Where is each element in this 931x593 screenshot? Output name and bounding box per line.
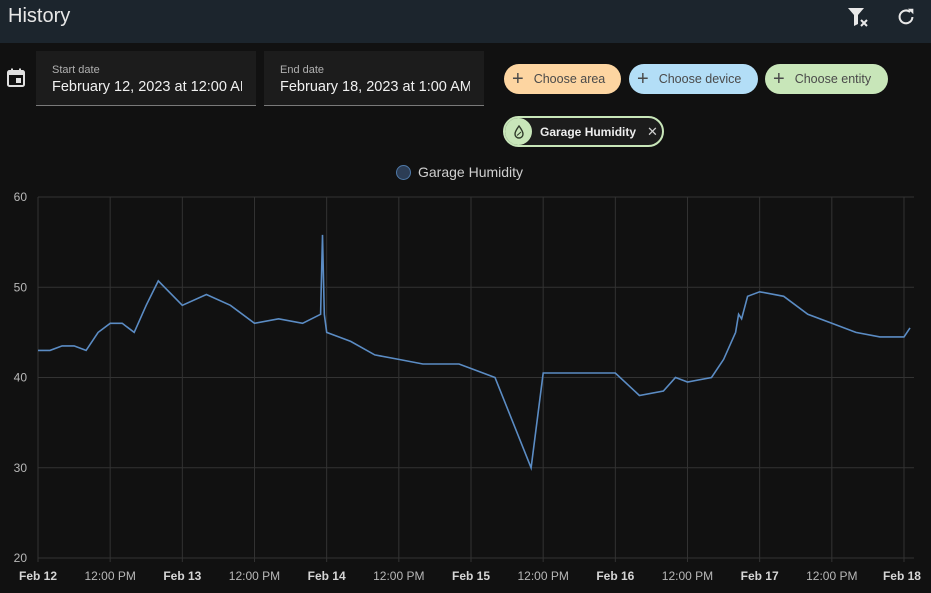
end-date-value: February 18, 2023 at 1:00 AM [280,79,470,95]
selected-entity-chip[interactable]: Garage Humidity ✕ [503,116,664,147]
x-axis: Feb 12 12:00 PM Feb 13 12:00 PM Feb 14 12:00 … [19,569,921,583]
legend-swatch [396,164,411,180]
x-tick-label: Feb 13 [163,569,201,583]
choose-device-button[interactable]: + Choose device [629,64,758,94]
y-tick-label: 50 [14,280,28,294]
choose-entity-label: Choose entity [794,72,872,86]
x-tick-label: 12:00 PM [806,569,857,583]
start-date-field[interactable]: Start date February 12, 2023 at 12:00 AM [36,51,256,106]
x-tick-label: 12:00 PM [373,569,424,583]
choose-area-label: Choose area [533,72,606,86]
y-tick-label: 40 [14,371,28,385]
start-date-label: Start date [52,64,100,76]
x-tick-label: 12:00 PM [84,569,135,583]
start-date-value: February 12, 2023 at 12:00 AM [52,79,242,95]
plus-icon: + [637,68,649,90]
series-line-garage-humidity [38,234,911,471]
calendar-button[interactable] [6,68,26,88]
x-tick-label: Feb 12 [19,569,57,583]
refresh-button[interactable] [891,4,921,30]
x-tick-label: Feb 18 [883,569,921,583]
plus-icon: + [773,68,785,90]
remove-entity-icon[interactable]: ✕ [647,124,658,140]
legend-label: Garage Humidity [418,164,524,180]
top-app-bar: History [0,0,931,43]
y-tick-label: 20 [14,551,28,565]
x-tick-label: 12:00 PM [229,569,280,583]
end-date-label: End date [280,64,325,76]
calendar-icon [7,68,25,87]
y-tick-label: 30 [14,461,28,475]
choose-device-label: Choose device [658,72,742,86]
chart-legend-item[interactable]: Garage Humidity [396,163,523,181]
x-tick-label: Feb 16 [596,569,634,583]
page-title: History [8,5,71,27]
x-tick-label: 12:00 PM [662,569,713,583]
choose-entity-button[interactable]: + Choose entity [765,64,888,94]
x-tick-label: Feb 15 [452,569,490,583]
y-tick-label: 60 [14,190,28,204]
y-axis: 20 30 40 50 60 [14,190,28,565]
x-tick-label: Feb 14 [308,569,346,583]
choose-area-button[interactable]: + Choose area [504,64,621,94]
x-tick-label: Feb 17 [741,569,779,583]
chart-grid [37,196,914,562]
clear-filter-button[interactable] [843,4,873,30]
plus-icon: + [512,68,524,90]
refresh-icon [898,8,914,25]
selected-entity-label: Garage Humidity [540,124,637,139]
history-chart: 2030405060 Feb 12 12:00 PM Feb 13 12:00 PM F… [14,190,922,583]
x-tick-label: 12:00 PM [517,569,568,583]
water-percent-icon [505,118,532,145]
filter-remove-icon [848,8,868,27]
end-date-field[interactable]: End date February 18, 2023 at 1:00 AM [264,51,484,106]
